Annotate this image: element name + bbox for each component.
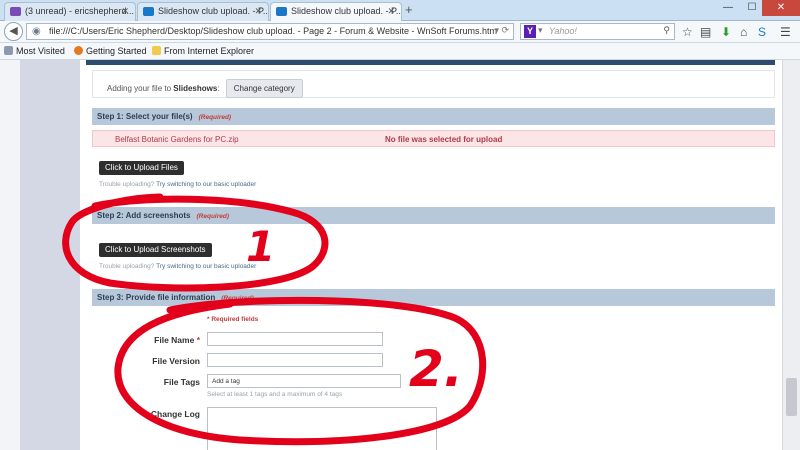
mail-icon: [10, 7, 21, 16]
file-name-input[interactable]: [207, 332, 383, 346]
basic-uploader-link[interactable]: Try switching to our basic uploader: [156, 263, 256, 270]
bookmark-getting-started[interactable]: Getting Started: [74, 46, 147, 56]
reload-icon[interactable]: ▾ ⟳: [494, 25, 509, 36]
folder-icon: [4, 46, 13, 55]
file-name-label: File Name *: [154, 335, 200, 345]
menu-icon[interactable]: ☰: [780, 25, 791, 39]
basic-uploader-link[interactable]: Try switching to our basic uploader: [156, 181, 256, 188]
close-window-button[interactable]: ✕: [762, 0, 800, 16]
tab-slideshow-1[interactable]: Slideshow club upload. - P... ✕: [137, 2, 269, 21]
annotation-number-1: 1: [246, 222, 276, 271]
page-sidebar-background: [20, 60, 80, 450]
page-margin: [0, 60, 20, 450]
file-error-row: Belfast Botanic Gardens for PC.zip No fi…: [92, 130, 775, 147]
scrollbar-thumb[interactable]: [786, 378, 797, 416]
file-version-label: File Version: [152, 356, 200, 366]
page-viewport: Adding your file to Slideshows: Change c…: [0, 60, 800, 450]
file-tags-input[interactable]: Add a tag: [207, 374, 401, 388]
folder-icon: [152, 46, 161, 55]
bookmark-from-ie[interactable]: From Internet Explorer: [152, 46, 254, 56]
header-stripe: [86, 60, 775, 65]
firefox-icon: [74, 46, 83, 55]
category-name: Slideshows: [173, 84, 218, 93]
tags-hint: Select at least 1 tags and a maximum of …: [207, 391, 343, 398]
upload-hint: Trouble uploading? Try switching to our …: [99, 263, 257, 270]
yahoo-icon: Y: [524, 25, 536, 38]
required-note: * Required fields: [207, 316, 259, 323]
tab-close-icon[interactable]: ✕: [387, 6, 395, 17]
back-button[interactable]: ◀: [4, 22, 23, 41]
bookmarks-bar: Most Visited Getting Started From Intern…: [0, 43, 800, 60]
tab-close-icon[interactable]: ✕: [121, 6, 129, 17]
upload-hint: Trouble uploading? Try switching to our …: [99, 181, 257, 188]
bookmark-star-icon[interactable]: ☆: [682, 25, 693, 39]
change-log-label: Change Log: [150, 409, 200, 419]
page-icon: [276, 7, 287, 16]
step1-header: Step 1: Select your file(s) (Required): [92, 108, 775, 125]
annotation-number-2: 2.: [409, 340, 463, 398]
error-filename: Belfast Botanic Gardens for PC.zip: [115, 135, 239, 144]
file-version-input[interactable]: [207, 353, 383, 367]
upload-files-button[interactable]: Click to Upload Files: [99, 161, 184, 175]
file-tags-label: File Tags: [163, 377, 200, 387]
tab-slideshow-2[interactable]: Slideshow club upload. - P... ✕: [270, 2, 402, 22]
minimize-button[interactable]: —: [716, 0, 740, 16]
page-scrollbar[interactable]: [782, 60, 800, 450]
search-icon[interactable]: ⚲: [663, 25, 670, 36]
navigation-bar: ◀ ◉ file:///C:/Users/Eric Shepherd/Deskt…: [0, 21, 800, 43]
tab-inbox[interactable]: (3 unread) - ericshepherd... ✕: [4, 2, 136, 21]
search-dropdown-icon[interactable]: ▾: [538, 25, 543, 36]
skype-icon[interactable]: S: [758, 25, 766, 39]
maximize-button[interactable]: ☐: [740, 0, 764, 16]
bookmark-most-visited[interactable]: Most Visited: [4, 46, 65, 56]
category-row: Adding your file to Slideshows: Change c…: [92, 70, 775, 98]
upload-screenshots-button[interactable]: Click to Upload Screenshots: [99, 243, 212, 257]
globe-icon: ◉: [32, 26, 41, 37]
new-tab-button[interactable]: +: [405, 2, 413, 17]
error-message: No file was selected for upload: [385, 135, 503, 144]
search-input[interactable]: Y ▾ Yahoo! ⚲: [520, 23, 675, 40]
change-category-button[interactable]: Change category: [225, 79, 303, 98]
url-bar[interactable]: ◉ file:///C:/Users/Eric Shepherd/Desktop…: [26, 23, 514, 40]
download-icon[interactable]: ⬇: [721, 25, 731, 39]
tab-strip: (3 unread) - ericshepherd... ✕ Slideshow…: [0, 0, 800, 22]
step3-header: Step 3: Provide file information (Require…: [92, 289, 775, 306]
step2-header: Step 2: Add screenshots (Required): [92, 207, 775, 224]
clipboard-icon[interactable]: ▤: [700, 25, 711, 39]
tab-close-icon[interactable]: ✕: [254, 6, 262, 17]
change-log-textarea[interactable]: [207, 407, 437, 450]
page-icon: [143, 7, 154, 16]
home-icon[interactable]: ⌂: [740, 25, 747, 39]
